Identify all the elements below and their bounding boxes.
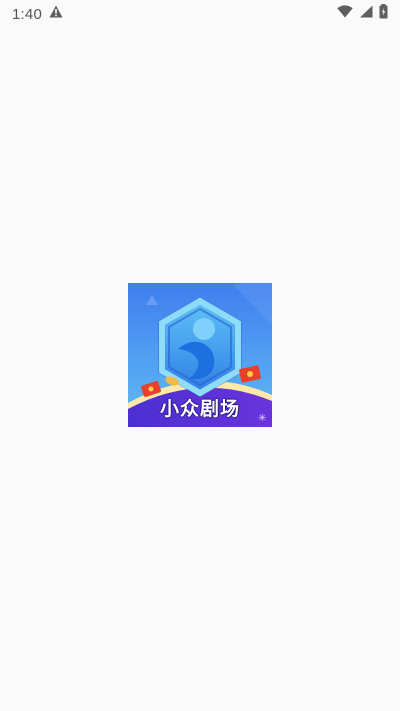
battery-icon (379, 4, 388, 24)
alert-triangle-icon (49, 5, 63, 23)
status-left: 1:40 (12, 5, 63, 23)
app-name-label: 小众剧场 (159, 398, 240, 420)
status-bar: 1:40 (0, 0, 400, 28)
cell-signal-icon (359, 5, 373, 23)
splash-screen: 1:40 ✳ 小众剧场 (0, 0, 400, 711)
wifi-icon (337, 5, 353, 23)
status-right (337, 4, 388, 24)
status-time: 1:40 (12, 5, 42, 23)
app-logo: ✳ 小众剧场 (128, 283, 272, 427)
